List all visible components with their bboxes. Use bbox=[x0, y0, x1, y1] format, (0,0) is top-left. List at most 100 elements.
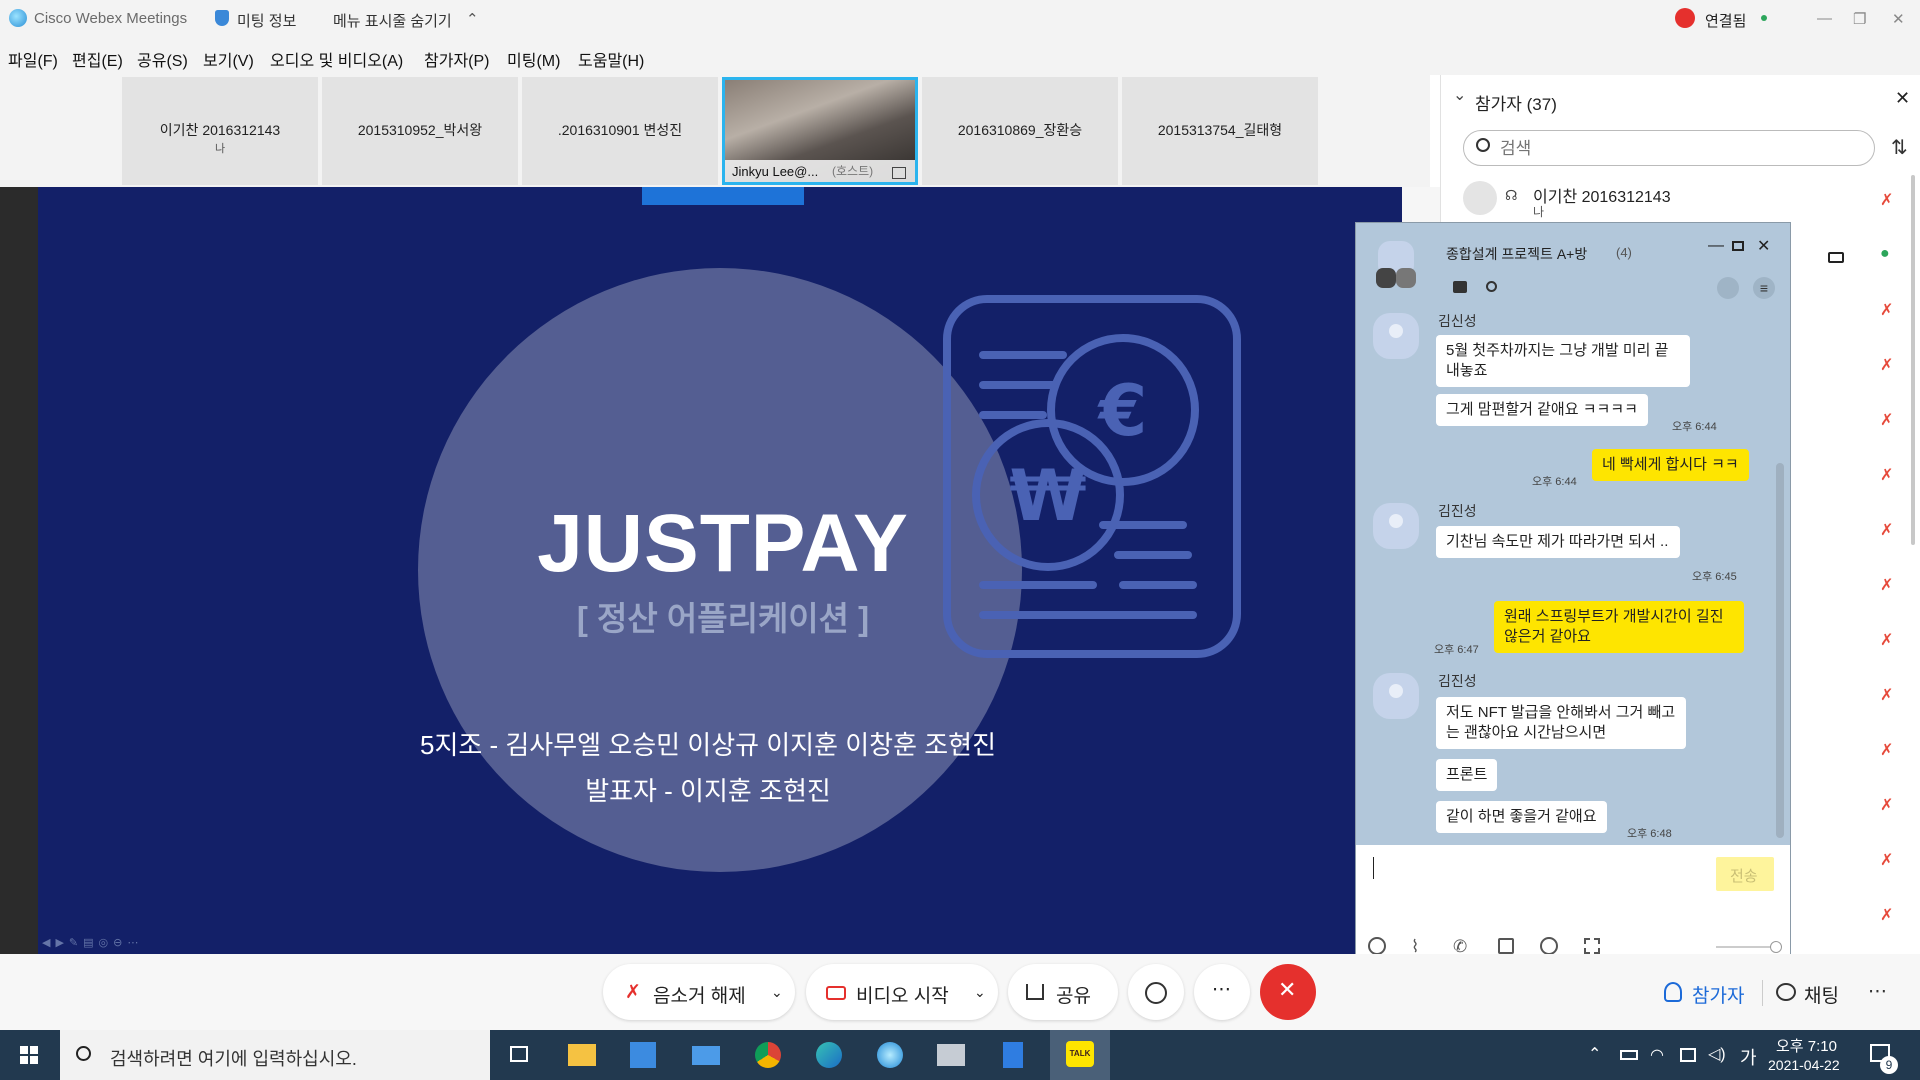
meeting-info-button[interactable]: 미팅 정보 bbox=[237, 10, 296, 31]
sort-icon[interactable]: ⇅ bbox=[1891, 135, 1908, 160]
share-label: 공유 bbox=[1056, 986, 1091, 1007]
chat-message-mine[interactable]: 네 빡세게 합시다 ㅋㅋ bbox=[1592, 449, 1749, 481]
menu-help[interactable]: 도움말(H) bbox=[578, 47, 644, 71]
video-tile[interactable]: 2015313754_길태형 bbox=[1122, 77, 1318, 185]
drawer-icon[interactable] bbox=[1453, 281, 1467, 293]
notification-bell-icon[interactable] bbox=[1717, 277, 1739, 299]
chat-menu-icon[interactable]: ≡ bbox=[1753, 277, 1775, 299]
menu-participants[interactable]: 참가자(P) bbox=[424, 47, 490, 71]
maximize-chat-icon[interactable] bbox=[1732, 241, 1744, 251]
volume-icon[interactable]: ◁) bbox=[1708, 1044, 1726, 1064]
headset-icon: ☊ bbox=[1505, 187, 1518, 203]
currency-document-icon: € ₩ bbox=[943, 295, 1241, 658]
shield-icon[interactable] bbox=[215, 10, 229, 26]
chat-button[interactable]: 채팅 bbox=[1768, 964, 1858, 1020]
chat-input-area[interactable]: 전송 ⌇ ✆ bbox=[1356, 845, 1790, 971]
more-panels-icon[interactable]: ⋯ bbox=[1868, 980, 1887, 1003]
chrome-icon[interactable] bbox=[755, 1042, 781, 1068]
chat-message[interactable]: 5월 첫주차까지는 그냥 개발 미리 끝내놓죠 bbox=[1436, 335, 1690, 387]
chat-message[interactable]: 저도 NFT 발급을 안해봐서 그거 빼고는 괜찮아요 시간남으시면 bbox=[1436, 697, 1686, 749]
capture-icon[interactable] bbox=[1584, 938, 1600, 954]
avatar[interactable] bbox=[1373, 673, 1419, 719]
edge-icon[interactable] bbox=[816, 1042, 842, 1068]
video-strip: 이기찬 2016312143 나 2015310952_박서왕 .2016310… bbox=[0, 75, 1430, 187]
clock-date[interactable]: 2021-04-22 bbox=[1768, 1057, 1840, 1073]
store-icon[interactable] bbox=[630, 1042, 656, 1068]
file-explorer-icon[interactable] bbox=[568, 1044, 596, 1066]
tray-chevron-up-icon[interactable]: ⌃ bbox=[1588, 1044, 1601, 1064]
opacity-slider[interactable] bbox=[1716, 946, 1776, 948]
collapse-chevron-icon[interactable]: ⌄ bbox=[1453, 85, 1466, 105]
calendar-icon[interactable] bbox=[1498, 938, 1514, 954]
avatar bbox=[1463, 181, 1497, 215]
message-time: 오후 6:45 bbox=[1692, 571, 1737, 583]
active-mic-icon: ● bbox=[1880, 245, 1890, 262]
video-tile[interactable]: .2016310901 변성진 bbox=[522, 77, 718, 185]
wifi-icon[interactable]: ◠ bbox=[1650, 1045, 1664, 1065]
chat-message[interactable]: 프론트 bbox=[1436, 759, 1498, 791]
menu-edit[interactable]: 편집(E) bbox=[72, 47, 123, 71]
task-view-icon[interactable] bbox=[510, 1046, 528, 1062]
mail-icon[interactable] bbox=[692, 1046, 720, 1065]
battery-icon[interactable] bbox=[1620, 1050, 1638, 1060]
close-panel-icon[interactable]: ✕ bbox=[1895, 88, 1910, 109]
opacity-slider-handle[interactable] bbox=[1770, 941, 1782, 953]
start-video-button[interactable]: 비디오 시작 ⌄ bbox=[806, 964, 998, 1020]
menu-meeting[interactable]: 미팅(M) bbox=[507, 47, 560, 71]
webex-logo-icon bbox=[9, 9, 27, 27]
slide-nav-controls[interactable]: ◀▶✎▤◎⊖⋯ bbox=[42, 936, 182, 950]
scrollbar[interactable] bbox=[1911, 175, 1915, 545]
reactions-button[interactable] bbox=[1128, 964, 1184, 1020]
participant-search-field[interactable] bbox=[1463, 130, 1875, 166]
chevron-up-icon[interactable]: ⌃ bbox=[466, 10, 479, 28]
tile-name: 이기찬 2016312143 bbox=[159, 122, 281, 138]
menu-share[interactable]: 공유(S) bbox=[137, 47, 188, 71]
share-button[interactable]: 공유 bbox=[1008, 964, 1118, 1020]
end-meeting-button[interactable]: ✕ bbox=[1260, 964, 1316, 1020]
taskbar-search-placeholder: 검색하려면 여기에 입력하십시오. bbox=[110, 1049, 357, 1069]
photos-icon[interactable] bbox=[937, 1044, 965, 1066]
restore-icon[interactable]: ❐ bbox=[1853, 10, 1866, 28]
chat-message-mine[interactable]: 원래 스프링부트가 개발시간이 길진 않은거 같아요 bbox=[1494, 601, 1744, 653]
menu-view[interactable]: 보기(V) bbox=[203, 47, 254, 71]
webex-taskbar-icon[interactable] bbox=[877, 1042, 903, 1068]
chat-search-icon[interactable] bbox=[1486, 281, 1497, 292]
chevron-down-icon[interactable]: ⌄ bbox=[771, 984, 783, 1001]
hide-menu-button[interactable]: 메뉴 표시줄 숨기기 bbox=[333, 10, 452, 31]
emoji-icon[interactable] bbox=[1368, 937, 1386, 955]
more-options-button[interactable]: ⋯ bbox=[1194, 964, 1250, 1020]
participants-button[interactable]: 참가자 bbox=[1650, 964, 1762, 1020]
close-chat-icon[interactable]: ✕ bbox=[1757, 236, 1770, 256]
video-tile[interactable]: 이기찬 2016312143 나 bbox=[122, 77, 318, 185]
video-tile[interactable]: 2015310952_박서왕 bbox=[322, 77, 518, 185]
chat-message[interactable]: 그게 맘편할거 같애요 ㅋㅋㅋㅋ bbox=[1436, 394, 1648, 426]
smiley-icon bbox=[1145, 982, 1167, 1004]
kakaotalk-taskbar-icon[interactable]: TALK bbox=[1050, 1030, 1110, 1080]
menu-audio-video[interactable]: 오디오 및 비디오(A) bbox=[270, 47, 403, 71]
video-tile-host[interactable]: Jinkyu Lee@... (호스트) bbox=[722, 77, 918, 185]
menu-file[interactable]: 파일(F) bbox=[8, 47, 58, 71]
participant-search-input[interactable] bbox=[1500, 137, 1860, 161]
close-window-icon[interactable]: ✕ bbox=[1892, 10, 1905, 28]
video-tile[interactable]: 2016310869_장환승 bbox=[922, 77, 1118, 185]
taskbar-search-box[interactable]: 검색하려면 여기에 입력하십시오. bbox=[60, 1030, 490, 1080]
ime-indicator[interactable]: 가 bbox=[1740, 1044, 1757, 1070]
clock-time[interactable]: 오후 7:10 bbox=[1776, 1035, 1837, 1056]
participants-label: 참가자 bbox=[1692, 986, 1745, 1007]
minimize-icon[interactable]: — bbox=[1817, 10, 1832, 27]
docs-icon[interactable] bbox=[1003, 1042, 1023, 1068]
participant-row[interactable]: ☊ 이기찬 2016312143 나 bbox=[1441, 175, 1911, 219]
windows-start-icon[interactable] bbox=[20, 1046, 38, 1064]
live-talk-icon[interactable] bbox=[1540, 937, 1558, 955]
send-button[interactable]: 전송 bbox=[1716, 857, 1774, 891]
avatar[interactable] bbox=[1373, 313, 1419, 359]
minimize-chat-icon[interactable]: — bbox=[1708, 237, 1724, 255]
avatar[interactable] bbox=[1373, 503, 1419, 549]
unmute-button[interactable]: ✗ 음소거 해제 ⌄ bbox=[603, 964, 795, 1020]
chat-header: 종합설계 프로젝트 A+방 (4) — ✕ ≡ bbox=[1356, 223, 1790, 311]
chat-message[interactable]: 기찬님 속도만 제가 따라가면 되서 .. bbox=[1436, 526, 1680, 558]
network-icon[interactable] bbox=[1680, 1048, 1696, 1062]
chat-message[interactable]: 같이 하면 좋을거 같애요 bbox=[1436, 801, 1607, 833]
chevron-down-icon[interactable]: ⌄ bbox=[974, 984, 986, 1001]
chat-scrollbar[interactable] bbox=[1776, 463, 1784, 838]
